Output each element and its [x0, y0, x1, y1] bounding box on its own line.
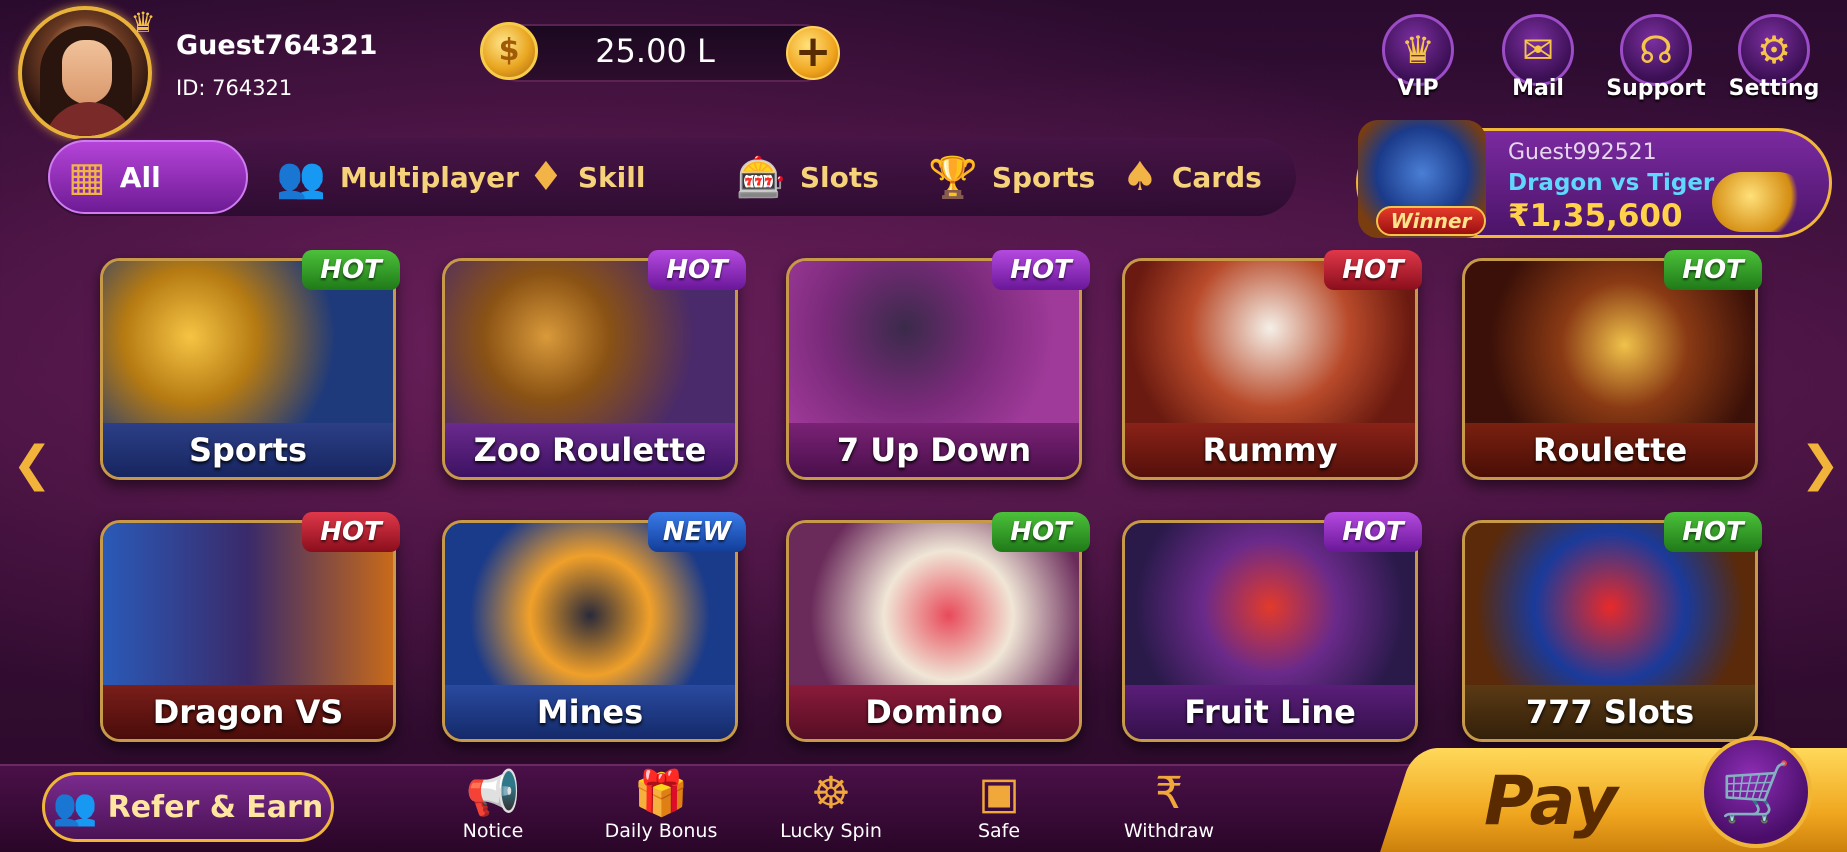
winner-username: Guest992521: [1508, 140, 1657, 165]
tab-label: Slots: [799, 160, 879, 194]
tab-slots[interactable]: 🎰 Slots: [718, 140, 897, 214]
tab-skill[interactable]: ♦ Skill: [510, 140, 663, 214]
game-name: Fruit Line: [1125, 685, 1415, 739]
playing-cards-icon: ♠: [1122, 154, 1158, 200]
game-card-dragon-vs-tiger[interactable]: Dragon VS Tiger: [100, 520, 396, 742]
support-button[interactable]: ☊ Support: [1606, 14, 1706, 110]
safe-button[interactable]: ▣ Safe: [934, 768, 1064, 842]
new-badge: NEW: [648, 512, 746, 552]
game-name: Domino: [789, 685, 1079, 739]
game-card-sports[interactable]: Sports: [100, 258, 396, 480]
setting-button[interactable]: ⚙ Setting: [1724, 14, 1824, 110]
hot-badge: HOT: [302, 250, 400, 290]
hot-badge: HOT: [1664, 250, 1762, 290]
notice-button[interactable]: 📢 Notice: [428, 768, 558, 842]
withdraw-label: Withdraw: [1123, 820, 1215, 842]
safe-icon: ▣: [978, 768, 1020, 819]
tab-all[interactable]: ▦ All: [48, 140, 248, 214]
hot-badge: HOT: [1664, 512, 1762, 552]
balance-amount: 25.00 L: [595, 32, 715, 70]
tab-label: Skill: [577, 160, 646, 194]
vip-button[interactable]: ♛ VIP: [1368, 14, 1468, 110]
mail-button[interactable]: ✉ Mail: [1488, 14, 1588, 110]
support-label: Support: [1606, 76, 1706, 101]
pay-label: Pay: [1484, 762, 1618, 841]
mail-label: Mail: [1512, 76, 1564, 101]
cards-skill-icon: ♦: [528, 154, 564, 200]
game-name: Zoo Roulette: [445, 423, 735, 477]
notice-label: Notice: [462, 820, 524, 842]
daily-bonus-button[interactable]: 🎁 Daily Bonus: [596, 768, 726, 842]
next-arrow-icon[interactable]: ❯: [1800, 440, 1840, 488]
add-funds-button[interactable]: +: [786, 26, 840, 80]
prev-arrow-icon[interactable]: ❮: [12, 440, 52, 488]
game-card-rummy[interactable]: Rummy: [1122, 258, 1418, 480]
cart-icon[interactable]: 🛒: [1700, 736, 1812, 848]
winner-amount: ₹1,35,600: [1508, 198, 1683, 234]
slot-machine-icon: 🎰: [736, 154, 786, 201]
lucky-spin-button[interactable]: ☸ Lucky Spin: [766, 768, 896, 842]
gift-icon: 🎁: [633, 768, 689, 819]
hot-badge: HOT: [1324, 250, 1422, 290]
tab-label: All: [119, 160, 161, 194]
game-name: 777 Slots: [1465, 685, 1755, 739]
hot-badge: HOT: [992, 250, 1090, 290]
game-card-roulette[interactable]: Roulette: [1462, 258, 1758, 480]
tab-sports[interactable]: 🏆 Sports: [910, 140, 1113, 214]
megaphone-icon: 📢: [465, 768, 521, 819]
hot-badge: HOT: [648, 250, 746, 290]
trophy-icon: 🏆: [928, 154, 978, 201]
game-card-fruit-line[interactable]: Fruit Line: [1122, 520, 1418, 742]
hot-badge: HOT: [302, 512, 400, 552]
withdraw-button[interactable]: ₹ Withdraw: [1104, 768, 1234, 842]
hot-badge: HOT: [1324, 512, 1422, 552]
refer-earn-button[interactable]: 👥 Refer & Earn: [42, 772, 334, 842]
game-card-mines[interactable]: Mines: [442, 520, 738, 742]
crown-icon: ♛: [130, 6, 156, 39]
game-name: Mines: [445, 685, 735, 739]
tab-label: Multiplayer: [339, 160, 519, 194]
withdraw-icon: ₹: [1155, 768, 1183, 819]
tab-label: Cards: [1171, 160, 1262, 194]
daily-bonus-label: Daily Bonus: [604, 820, 718, 842]
setting-label: Setting: [1728, 76, 1820, 101]
tab-cards[interactable]: ♠ Cards: [1104, 140, 1280, 214]
game-name: Sports: [103, 423, 393, 477]
game-name: Rummy: [1125, 423, 1415, 477]
username: Guest764321: [176, 30, 378, 61]
coin-pile-icon: [1712, 172, 1808, 232]
game-name: 7 Up Down: [789, 423, 1079, 477]
users-icon: 👥: [52, 787, 98, 828]
game-card-zoo-roulette[interactable]: Zoo Roulette: [442, 258, 738, 480]
game-card-777-slots[interactable]: 777 Slots: [1462, 520, 1758, 742]
lucky-spin-label: Lucky Spin: [780, 820, 882, 842]
wheel-icon: ☸: [811, 768, 851, 819]
safe-label: Safe: [977, 820, 1021, 842]
tab-multiplayer[interactable]: 👥 Multiplayer: [258, 140, 537, 214]
game-name: Dragon VS Tiger: [103, 685, 393, 739]
vip-label: VIP: [1397, 76, 1439, 101]
tab-label: Sports: [991, 160, 1096, 194]
hot-badge: HOT: [992, 512, 1090, 552]
coin-icon: $: [480, 22, 538, 80]
winner-game: Dragon vs Tiger: [1508, 170, 1715, 196]
game-name: Roulette: [1465, 423, 1755, 477]
user-id: ID: 764321: [176, 76, 293, 100]
refer-label: Refer & Earn: [107, 789, 324, 825]
grid-icon: ▦: [68, 154, 106, 200]
users-icon: 👥: [276, 154, 326, 201]
winner-tag: Winner: [1376, 206, 1486, 236]
game-card-domino[interactable]: Domino: [786, 520, 1082, 742]
game-card-7-up-down[interactable]: 7 Up Down: [786, 258, 1082, 480]
